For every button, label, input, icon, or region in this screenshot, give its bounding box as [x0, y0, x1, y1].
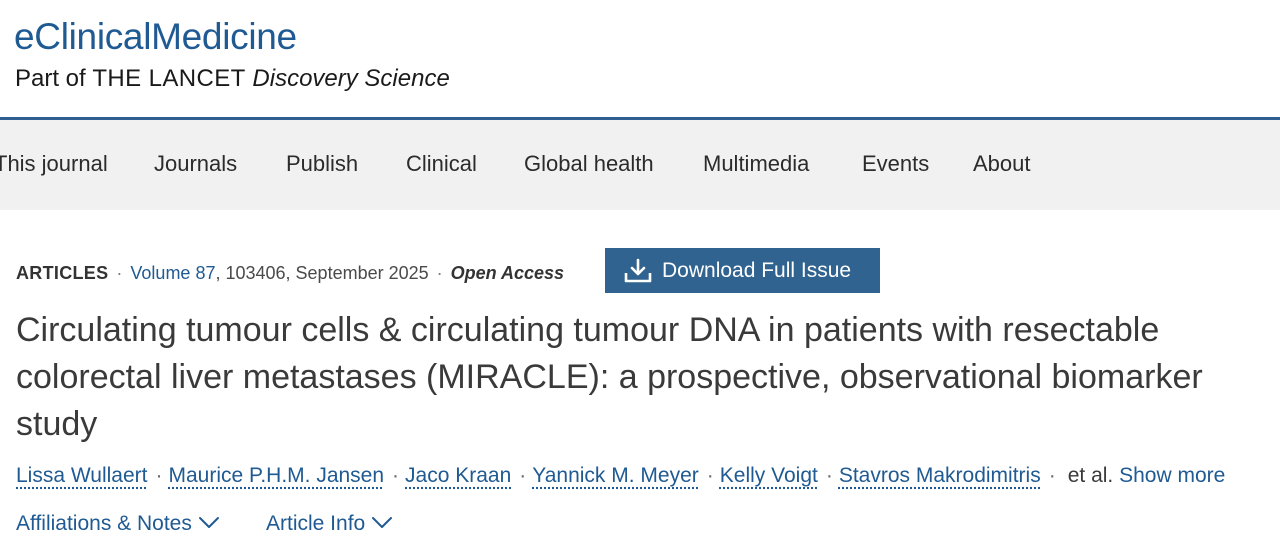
- nav-item-journals[interactable]: Journals: [154, 150, 237, 178]
- affiliations-notes-label: Affiliations & Notes: [16, 512, 192, 535]
- et-al-text: et al.: [1067, 464, 1114, 487]
- meta-separator: ·: [436, 263, 443, 283]
- download-button-label: Download Full Issue: [662, 259, 852, 282]
- download-icon: [624, 258, 652, 283]
- author-link[interactable]: Maurice P.H.M. Jansen: [169, 464, 385, 487]
- author-link[interactable]: Kelly Voigt: [720, 464, 818, 487]
- subtitle-prefix: Part of: [15, 65, 86, 92]
- site-header: eClinicalMedicine Part of THE LANCET Dis…: [0, 0, 1280, 120]
- open-access-label: Open Access: [450, 263, 565, 283]
- download-full-issue-button[interactable]: Download Full Issue: [605, 248, 880, 293]
- author-separator: ·: [155, 464, 163, 487]
- author-separator: ·: [392, 464, 400, 487]
- author-link[interactable]: Jaco Kraan: [405, 464, 511, 487]
- subtitle-discovery: Discovery Science: [252, 65, 450, 92]
- nav-item-global-health[interactable]: Global health: [524, 150, 654, 178]
- meta-separator: ·: [116, 263, 123, 283]
- journal-title[interactable]: eClinicalMedicine: [14, 15, 297, 59]
- nav-item-about[interactable]: About: [973, 150, 1031, 178]
- author-separator: ·: [519, 464, 527, 487]
- article-info-label: Article Info: [266, 512, 366, 535]
- nav-item-publish[interactable]: Publish: [286, 150, 358, 178]
- main-nav: This journal Journals Publish Clinical G…: [0, 120, 1280, 210]
- author-separator: ·: [1048, 464, 1056, 487]
- journal-subtitle[interactable]: Part of THE LANCET Discovery Science: [15, 64, 450, 94]
- nav-item-multimedia[interactable]: Multimedia: [703, 150, 809, 178]
- chevron-down-icon: [372, 516, 393, 528]
- show-more-link[interactable]: Show more: [1119, 464, 1225, 487]
- nav-item-this-journal[interactable]: This journal: [0, 150, 108, 178]
- volume-link[interactable]: Volume 87: [130, 263, 215, 283]
- author-separator: ·: [706, 464, 714, 487]
- chevron-down-icon: [198, 516, 219, 528]
- author-separator: ·: [825, 464, 833, 487]
- author-link[interactable]: Lissa Wullaert: [16, 464, 148, 487]
- article-type: ARTICLES: [16, 263, 109, 283]
- author-link[interactable]: Stavros Makrodimitris: [839, 464, 1041, 487]
- author-list: Lissa Wullaert · Maurice P.H.M. Jansen · Jac…: [16, 462, 1278, 490]
- citation-text: , 103406, September 2025: [215, 263, 429, 283]
- nav-item-events[interactable]: Events: [862, 150, 929, 178]
- nav-item-clinical[interactable]: Clinical: [406, 150, 477, 178]
- author-link[interactable]: Yannick M. Meyer: [532, 464, 699, 487]
- article-title: Circulating tumour cells & circulating t…: [16, 311, 1203, 443]
- article-meta: ARTICLES · Volume 87, 103406, September 20…: [16, 261, 564, 285]
- article-info-toggle[interactable]: Article Info: [266, 510, 393, 538]
- affiliations-notes-toggle[interactable]: Affiliations & Notes: [16, 510, 220, 538]
- subtitle-brand: THE LANCET: [92, 65, 246, 92]
